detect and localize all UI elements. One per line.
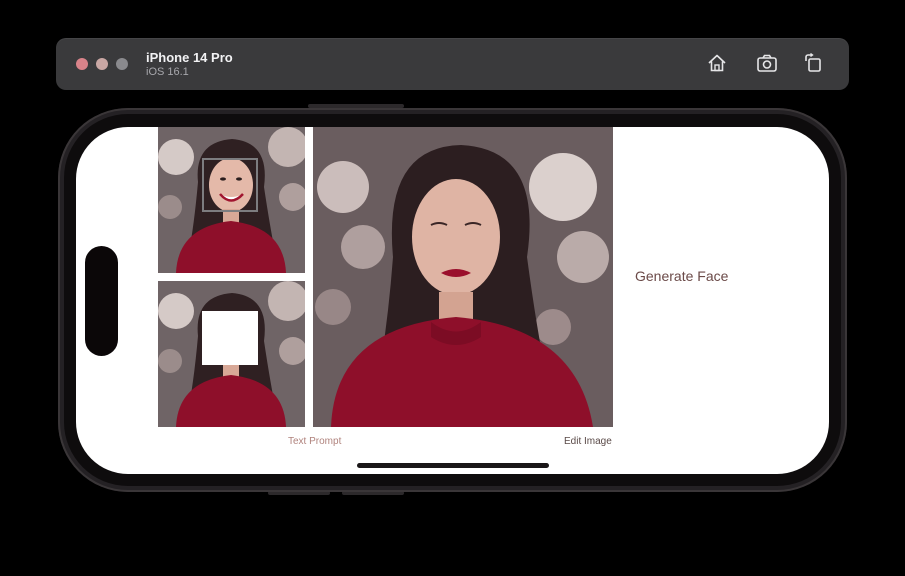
masked-photo	[158, 281, 305, 427]
device-name: iPhone 14 Pro	[146, 50, 233, 65]
zoom-window-button[interactable]	[116, 58, 128, 70]
rotate-icon[interactable]	[802, 52, 824, 74]
original-photo	[158, 127, 305, 273]
face-mask-region	[202, 311, 258, 365]
simulator-window: iPhone 14 Pro iOS 16.1 Generate Face Tex…	[0, 0, 905, 576]
os-version: iOS 16.1	[146, 66, 189, 78]
minimize-window-button[interactable]	[96, 58, 108, 70]
tab-edit-image[interactable]: Edit Image	[564, 436, 612, 447]
phone-screen: Generate Face Text Prompt Edit Image	[76, 127, 829, 474]
dynamic-island	[85, 246, 118, 356]
home-indicator[interactable]	[357, 463, 549, 468]
tab-text-prompt[interactable]: Text Prompt	[288, 436, 341, 447]
home-icon[interactable]	[706, 52, 728, 74]
generate-face-button[interactable]: Generate Face	[635, 268, 728, 284]
face-detection-box	[202, 158, 258, 212]
screenshot-icon[interactable]	[756, 52, 778, 74]
close-window-button[interactable]	[76, 58, 88, 70]
generated-face-image	[313, 127, 613, 427]
